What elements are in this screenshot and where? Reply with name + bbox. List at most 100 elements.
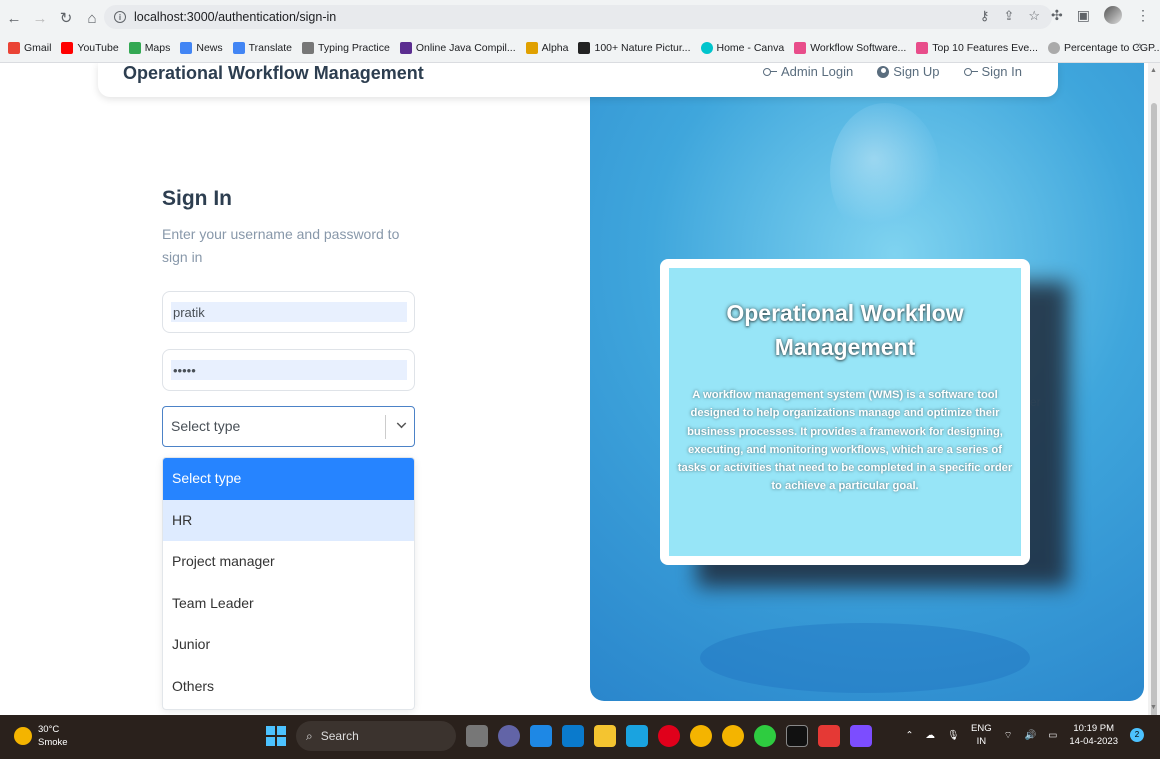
bookmarks-overflow-button[interactable]: » bbox=[1136, 40, 1142, 52]
user-icon bbox=[877, 65, 890, 78]
page-scrollbar[interactable]: ▲ ▼ bbox=[1148, 63, 1160, 723]
clock[interactable]: 10:19 PM 14-04-2023 bbox=[1069, 722, 1118, 748]
nav-admin-login[interactable]: Admin Login bbox=[762, 64, 853, 79]
visual-studio-icon[interactable] bbox=[850, 725, 872, 747]
notification-icon[interactable]: 2 bbox=[1130, 728, 1144, 742]
bookmark-youtube[interactable]: YouTube bbox=[61, 42, 119, 54]
option-team-leader[interactable]: Team Leader bbox=[163, 583, 414, 625]
wifi-icon[interactable]: ⌔ bbox=[1004, 730, 1013, 741]
alpha-icon bbox=[525, 42, 538, 54]
windows-taskbar: 30°C Smoke ⌕ Search ⌃ ☁ 🎙 ENG IN ⌔ 🔊 ▭ 10… bbox=[0, 715, 1160, 759]
youtube-icon bbox=[61, 42, 74, 54]
java-icon bbox=[399, 42, 412, 54]
key-icon[interactable]: ⚷ bbox=[980, 8, 990, 24]
hero-orb bbox=[830, 103, 940, 243]
system-tray: ⌃ ☁ 🎙 ENG IN ⌔ 🔊 ▭ 10:19 PM 14-04-2023 2 bbox=[906, 722, 1144, 748]
bookmark-canva[interactable]: Home - Canva bbox=[700, 42, 784, 54]
opera-icon[interactable] bbox=[658, 725, 680, 747]
bookmark-maps[interactable]: Maps bbox=[128, 42, 170, 54]
snipping-tool-icon[interactable] bbox=[818, 725, 840, 747]
terminal-icon[interactable] bbox=[786, 725, 808, 747]
task-view-icon[interactable] bbox=[466, 725, 488, 747]
nav-sign-in[interactable]: Sign In bbox=[963, 64, 1022, 79]
file-explorer-icon[interactable] bbox=[594, 725, 616, 747]
home-icon[interactable]: ⌂ bbox=[80, 6, 104, 30]
l-app-icon[interactable] bbox=[530, 725, 552, 747]
typing-icon bbox=[302, 42, 315, 54]
username-field bbox=[162, 291, 415, 333]
forward-icon[interactable]: → bbox=[28, 6, 52, 30]
select-value: Select type bbox=[171, 418, 241, 434]
chrome-icon[interactable] bbox=[690, 725, 712, 747]
url-text: localhost:3000/authentication/sign-in bbox=[134, 10, 337, 24]
reload-icon[interactable]: ↻ bbox=[54, 6, 78, 30]
teams-icon[interactable] bbox=[498, 725, 520, 747]
bookmark-online-java[interactable]: Online Java Compil... bbox=[399, 42, 516, 54]
circle-app-icon[interactable] bbox=[754, 725, 776, 747]
info-card-inner: Operational Workflow Management A workfl… bbox=[669, 268, 1021, 556]
microphone-icon[interactable]: 🎙 bbox=[947, 730, 959, 741]
weather-icon bbox=[14, 727, 32, 745]
menu-icon[interactable]: ⋮ bbox=[1136, 7, 1150, 24]
option-select-type[interactable]: Select type bbox=[163, 458, 414, 500]
option-hr[interactable]: HR bbox=[163, 499, 414, 541]
browser-chrome: ← → ↻ ⌂ i localhost:3000/authentication/… bbox=[0, 0, 1160, 63]
star-icon[interactable]: ☆ bbox=[1028, 8, 1040, 24]
site-info-icon[interactable]: i bbox=[114, 11, 126, 23]
translate-icon bbox=[232, 42, 245, 54]
bookmark-workflow-software[interactable]: Workflow Software... bbox=[794, 42, 906, 54]
nav-sign-up[interactable]: Sign Up bbox=[877, 64, 940, 79]
weather-widget[interactable]: 30°C Smoke bbox=[14, 723, 68, 749]
vscode-icon[interactable] bbox=[562, 725, 584, 747]
chrome-profile-icon[interactable] bbox=[722, 725, 744, 747]
chevron-up-icon[interactable]: ⌃ bbox=[906, 730, 914, 741]
bookmarks-bar: Gmail YouTube Maps News Translate Typing… bbox=[8, 38, 1160, 58]
bookmark-gmail[interactable]: Gmail bbox=[8, 42, 51, 54]
scroll-up-icon[interactable]: ▲ bbox=[1150, 67, 1157, 74]
password-field bbox=[162, 349, 415, 391]
taskbar-search[interactable]: ⌕ Search bbox=[296, 721, 456, 751]
password-input[interactable] bbox=[171, 360, 407, 380]
bookmark-translate[interactable]: Translate bbox=[232, 42, 292, 54]
battery-icon[interactable]: ▭ bbox=[1048, 730, 1057, 741]
option-junior[interactable]: Junior bbox=[163, 624, 414, 666]
bookmark-nature-pictures[interactable]: 100+ Nature Pictur... bbox=[578, 42, 691, 54]
cloud-icon[interactable]: ☁ bbox=[925, 730, 935, 741]
profile-avatar[interactable] bbox=[1104, 6, 1122, 24]
card-description: A workflow management system (WMS) is a … bbox=[677, 389, 1013, 493]
signin-title: Sign In bbox=[162, 187, 232, 210]
gmail-icon bbox=[8, 42, 20, 54]
info-card: Operational Workflow Management A workfl… bbox=[660, 259, 1030, 565]
volume-icon[interactable]: 🔊 bbox=[1025, 730, 1037, 741]
bookmark-percentage-cgpa[interactable]: Percentage to CGP... bbox=[1047, 42, 1160, 54]
bookmark-top-features[interactable]: Top 10 Features Eve... bbox=[916, 42, 1038, 54]
bookmark-news[interactable]: News bbox=[180, 42, 223, 54]
back-icon[interactable]: ← bbox=[2, 6, 26, 30]
search-icon: ⌕ bbox=[306, 728, 313, 743]
key-icon bbox=[762, 67, 777, 76]
bookmark-alpha[interactable]: Alpha bbox=[525, 42, 568, 54]
option-others[interactable]: Others bbox=[163, 666, 414, 708]
chevron-down-icon[interactable] bbox=[396, 418, 407, 429]
sidepanel-icon[interactable]: ▣ bbox=[1077, 7, 1090, 24]
language-indicator[interactable]: ENG IN bbox=[971, 722, 992, 748]
user-type-select[interactable]: Select type bbox=[162, 406, 415, 447]
share-icon[interactable]: ⇪ bbox=[1003, 8, 1014, 24]
address-bar[interactable]: i localhost:3000/authentication/sign-in … bbox=[104, 5, 1052, 29]
workflow-icon bbox=[794, 42, 807, 54]
extensions-icon[interactable]: ✣ bbox=[1051, 7, 1063, 24]
user-type-menu: Select type HR Project manager Team Lead… bbox=[162, 457, 415, 710]
monitor-app-icon[interactable] bbox=[626, 725, 648, 747]
nature-icon bbox=[578, 42, 591, 54]
option-project-manager[interactable]: Project manager bbox=[163, 541, 414, 583]
scrollbar-thumb[interactable] bbox=[1151, 103, 1157, 723]
bookmark-typing-practice[interactable]: Typing Practice bbox=[302, 42, 390, 54]
top-navbar: Operational Workflow Management Admin Lo… bbox=[98, 63, 1058, 97]
username-input[interactable] bbox=[171, 302, 407, 322]
news-icon bbox=[180, 42, 193, 54]
scroll-down-icon[interactable]: ▼ bbox=[1150, 704, 1157, 711]
brand-title[interactable]: Operational Workflow Management bbox=[123, 63, 424, 84]
start-icon[interactable] bbox=[266, 726, 286, 746]
card-title: Operational Workflow Management bbox=[726, 300, 964, 360]
canva-icon bbox=[700, 42, 713, 54]
